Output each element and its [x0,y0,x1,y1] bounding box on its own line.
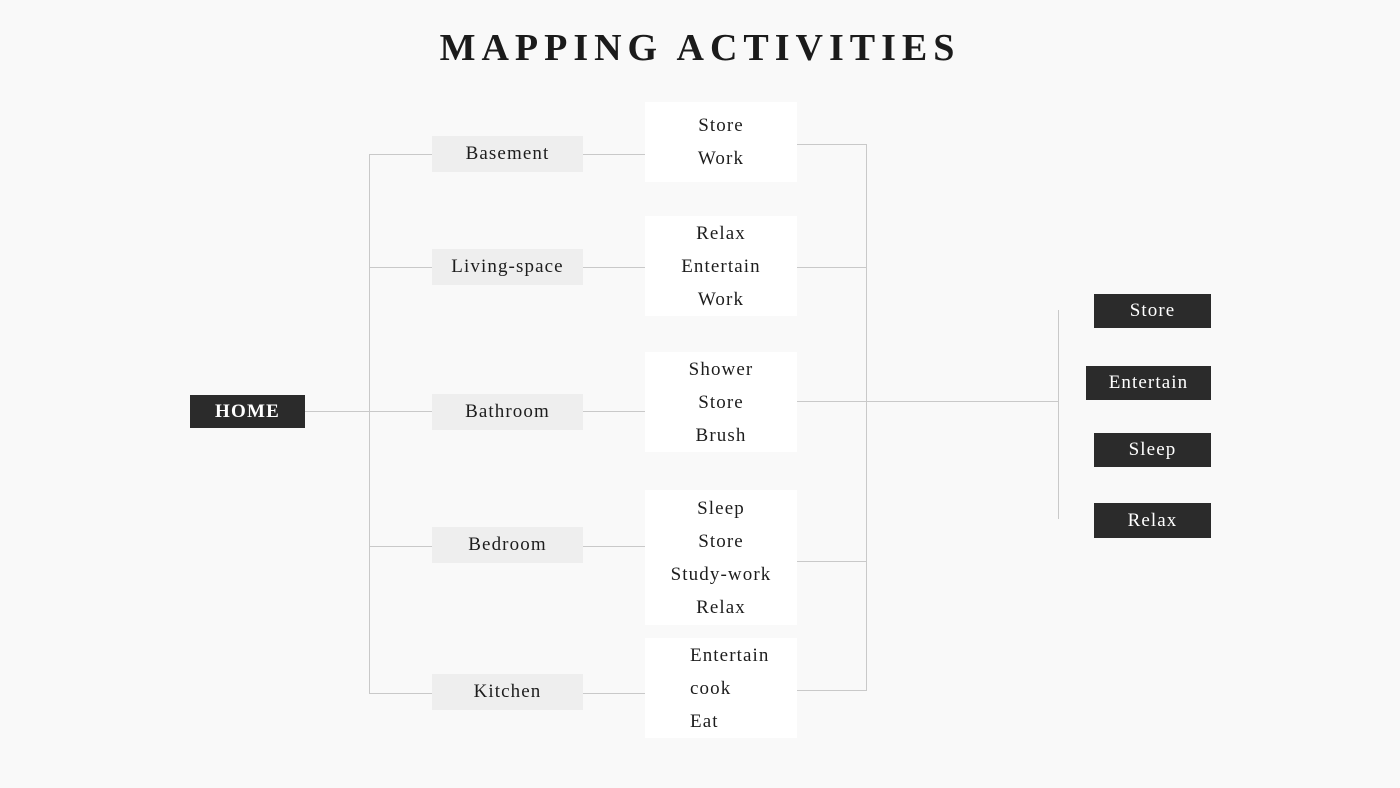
connector-spine-to-living-space [369,267,432,268]
summary-node-store[interactable]: Store [1094,294,1211,328]
room-node-label: Living-space [451,256,564,277]
summary-node-label: Store [1129,300,1176,321]
summary-node-label: Relax [1127,509,1178,531]
root-node-label: HOME [215,400,280,422]
connector-basement-activities-to-right-spine [796,144,867,145]
room-node-label: Basement [465,143,550,164]
room-node-basement[interactable]: Basement [432,136,583,172]
connector-basement-to-activities [583,154,646,155]
summary-node-relax[interactable]: Relax [1094,503,1211,538]
activity-item: Shower [688,358,754,380]
room-node-bedroom[interactable]: Bedroom [432,527,583,563]
summary-node-label: Sleep [1128,439,1177,460]
room-node-kitchen[interactable]: Kitchen [432,674,583,710]
room-node-label: Kitchen [473,681,542,702]
activity-item: Relax [696,596,746,618]
connector-bathroom-to-activities [583,411,646,412]
connector-spine-to-bedroom [369,546,432,547]
activity-item: Work [697,288,745,310]
connector-kitchen-to-activities [583,693,646,694]
connector-kitchen-activities-to-right-spine [796,690,867,691]
connector-bedroom-to-activities [583,546,646,547]
activity-item: Eat [690,710,719,732]
connector-left-spine [369,154,370,694]
activity-box-kitchen: Entertain cook Eat [645,638,797,738]
activity-box-bedroom: Sleep Store Study-work Relax [645,490,797,625]
connector-spine-to-bathroom [369,411,432,412]
connector-bedroom-activities-to-right-spine [796,561,867,562]
connector-spine-to-basement [369,154,432,155]
activity-item: Brush [695,424,747,446]
connector-right-spine-to-summary [866,401,1059,402]
room-node-label: Bedroom [468,534,547,555]
activity-item: Entertain [681,255,761,277]
summary-node-sleep[interactable]: Sleep [1094,433,1211,467]
activity-item: cook [690,677,732,699]
connector-summary-spine [1058,310,1059,519]
activity-item: Sleep [697,497,745,519]
connector-home-to-spine [305,411,369,412]
room-node-living-space[interactable]: Living-space [432,249,583,285]
summary-node-label: Entertain [1108,372,1189,393]
activity-item: Store [698,391,744,413]
activity-box-living-space: Relax Entertain Work [645,216,797,316]
diagram-canvas: MAPPING ACTIVITIES HOME Basement Living-… [0,0,1400,788]
connector-right-spine [866,144,867,691]
page-title: MAPPING ACTIVITIES [439,27,961,69]
connector-living-space-activities-to-right-spine [796,267,867,268]
summary-node-entertain[interactable]: Entertain [1086,366,1211,400]
activity-box-bathroom: Shower Store Brush [645,352,797,452]
activity-item: Store [698,530,744,552]
connector-living-space-to-activities [583,267,646,268]
root-node-home[interactable]: HOME [190,395,305,428]
activity-item: Entertain [690,644,770,666]
room-node-bathroom[interactable]: Bathroom [432,394,583,430]
connector-bathroom-activities-to-right-spine [796,401,867,402]
activity-item: Store [698,115,744,136]
activity-item: Work [697,148,745,169]
room-node-label: Bathroom [465,401,550,422]
activity-item: Relax [696,222,746,244]
activity-box-basement: Store Work [645,102,797,182]
activity-item: Study-work [670,563,772,585]
connector-spine-to-kitchen [369,693,432,694]
